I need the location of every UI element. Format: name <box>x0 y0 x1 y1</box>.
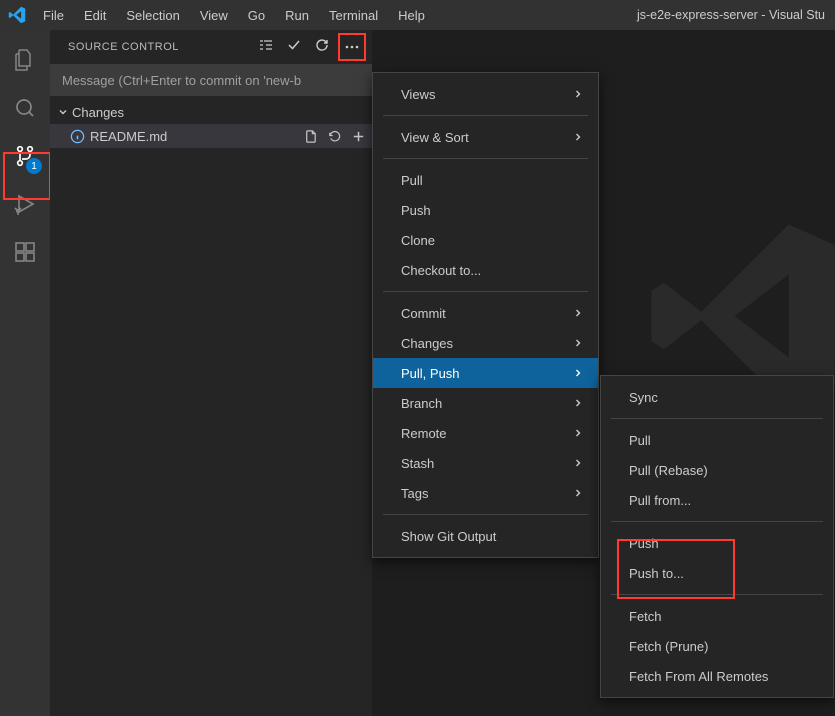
submenu-pull-from-label: Pull from... <box>629 493 691 508</box>
menu-changes-label: Changes <box>401 336 453 351</box>
menu-views-label: Views <box>401 87 435 102</box>
source-control-panel: SOURCE CONTROL Message (Ctrl+Enter to co… <box>50 30 372 716</box>
submenu-sync[interactable]: Sync <box>601 382 833 412</box>
activity-extensions[interactable] <box>0 228 50 276</box>
submenu-fetch[interactable]: Fetch <box>601 601 833 631</box>
chevron-right-icon <box>572 337 584 349</box>
vscode-logo-icon <box>8 6 26 24</box>
chevron-right-icon <box>572 427 584 439</box>
menu-go[interactable]: Go <box>239 4 274 27</box>
menu-view-sort[interactable]: View & Sort <box>373 122 598 152</box>
extensions-icon <box>13 240 37 264</box>
changes-group-header[interactable]: Changes <box>50 100 372 124</box>
submenu-fetch-label: Fetch <box>629 609 662 624</box>
more-actions-icon[interactable] <box>340 35 364 59</box>
menu-branch-label: Branch <box>401 396 442 411</box>
menu-push-label: Push <box>401 203 431 218</box>
menu-view-sort-label: View & Sort <box>401 130 469 145</box>
chevron-right-icon <box>572 457 584 469</box>
commit-message-input[interactable]: Message (Ctrl+Enter to commit on 'new-b <box>50 64 372 96</box>
submenu-push[interactable]: Push <box>601 528 833 558</box>
discard-icon[interactable] <box>324 126 344 146</box>
activity-source-control[interactable]: 1 <box>0 132 50 180</box>
submenu-sync-label: Sync <box>629 390 658 405</box>
more-actions-highlight <box>338 33 366 61</box>
menu-pull-label: Pull <box>401 173 423 188</box>
submenu-pull-label: Pull <box>629 433 651 448</box>
menu-clone[interactable]: Clone <box>373 225 598 255</box>
commit-check-icon[interactable] <box>282 33 306 57</box>
menu-push[interactable]: Push <box>373 195 598 225</box>
commit-placeholder: Message (Ctrl+Enter to commit on 'new-b <box>62 73 301 88</box>
panel-title: SOURCE CONTROL <box>68 41 179 53</box>
menu-help[interactable]: Help <box>389 4 434 27</box>
stage-plus-icon[interactable] <box>348 126 368 146</box>
activity-explorer[interactable] <box>0 36 50 84</box>
chevron-right-icon <box>572 487 584 499</box>
menu-stash-label: Stash <box>401 456 434 471</box>
menu-pull-push[interactable]: Pull, Push <box>373 358 598 388</box>
files-icon <box>13 48 37 72</box>
chevron-right-icon <box>572 131 584 143</box>
chevron-down-icon <box>56 105 70 119</box>
submenu-pull-rebase[interactable]: Pull (Rebase) <box>601 455 833 485</box>
open-file-icon[interactable] <box>300 126 320 146</box>
menu-pull[interactable]: Pull <box>373 165 598 195</box>
chevron-right-icon <box>572 88 584 100</box>
menu-commit-label: Commit <box>401 306 446 321</box>
menu-tags-label: Tags <box>401 486 428 501</box>
scm-badge: 1 <box>26 158 42 174</box>
submenu-pull[interactable]: Pull <box>601 425 833 455</box>
tree-view-icon[interactable] <box>254 33 278 57</box>
menu-checkout-label: Checkout to... <box>401 263 481 278</box>
submenu-pull-rebase-label: Pull (Rebase) <box>629 463 708 478</box>
menu-terminal[interactable]: Terminal <box>320 4 387 27</box>
chevron-right-icon <box>572 307 584 319</box>
menu-checkout[interactable]: Checkout to... <box>373 255 598 285</box>
menu-view[interactable]: View <box>191 4 237 27</box>
menu-run[interactable]: Run <box>276 4 318 27</box>
changes-label: Changes <box>72 105 124 120</box>
panel-actions <box>254 33 366 61</box>
scm-more-menu: Views View & Sort Pull Push Clone Checko… <box>372 72 599 558</box>
menu-edit[interactable]: Edit <box>75 4 115 27</box>
menu-selection[interactable]: Selection <box>117 4 188 27</box>
panel-header: SOURCE CONTROL <box>50 30 372 64</box>
menu-stash[interactable]: Stash <box>373 448 598 478</box>
chevron-right-icon <box>572 397 584 409</box>
submenu-push-label: Push <box>629 536 659 551</box>
activity-bar: 1 <box>0 30 50 716</box>
run-debug-icon <box>13 192 37 216</box>
menu-pull-push-label: Pull, Push <box>401 366 460 381</box>
pull-push-submenu: Sync Pull Pull (Rebase) Pull from... Pus… <box>600 375 834 698</box>
search-icon <box>13 96 37 120</box>
menu-file[interactable]: File <box>34 4 73 27</box>
submenu-fetch-all[interactable]: Fetch From All Remotes <box>601 661 833 691</box>
menu-branch[interactable]: Branch <box>373 388 598 418</box>
activity-run-debug[interactable] <box>0 180 50 228</box>
submenu-fetch-prune-label: Fetch (Prune) <box>629 639 708 654</box>
chevron-right-icon <box>572 367 584 379</box>
submenu-fetch-all-label: Fetch From All Remotes <box>629 669 768 684</box>
changed-file-row[interactable]: README.md <box>50 124 372 148</box>
submenu-push-to-label: Push to... <box>629 566 684 581</box>
activity-search[interactable] <box>0 84 50 132</box>
menu-remote-label: Remote <box>401 426 447 441</box>
menu-show-git-output-label: Show Git Output <box>401 529 496 544</box>
submenu-fetch-prune[interactable]: Fetch (Prune) <box>601 631 833 661</box>
window-title: js-e2e-express-server - Visual Stu <box>637 8 825 22</box>
refresh-icon[interactable] <box>310 33 334 57</box>
menu-tags[interactable]: Tags <box>373 478 598 508</box>
menu-clone-label: Clone <box>401 233 435 248</box>
menu-show-git-output[interactable]: Show Git Output <box>373 521 598 551</box>
menu-changes[interactable]: Changes <box>373 328 598 358</box>
titlebar: File Edit Selection View Go Run Terminal… <box>0 0 835 30</box>
submenu-pull-from[interactable]: Pull from... <box>601 485 833 515</box>
submenu-push-to[interactable]: Push to... <box>601 558 833 588</box>
file-name: README.md <box>90 129 300 144</box>
menu-commit[interactable]: Commit <box>373 298 598 328</box>
menu-remote[interactable]: Remote <box>373 418 598 448</box>
menu-views[interactable]: Views <box>373 79 598 109</box>
info-file-icon <box>68 127 86 145</box>
